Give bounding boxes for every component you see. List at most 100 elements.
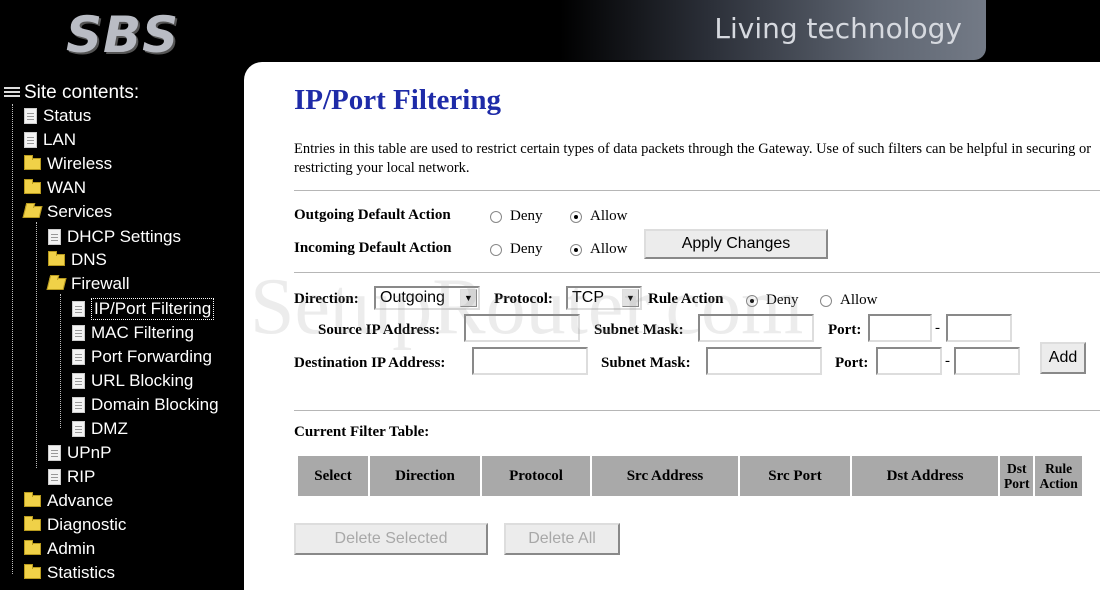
radio-label: Allow	[590, 241, 628, 257]
sidebar-item-label: Firewall	[71, 274, 130, 293]
col-src-address: Src Address	[592, 456, 738, 496]
source-port-start-input[interactable]	[868, 314, 932, 342]
col-select: Select	[298, 456, 368, 496]
sidebar-item-label: Advance	[47, 491, 114, 510]
outgoing-allow-radio[interactable]: Allow	[570, 208, 628, 225]
filter-table-header-row: Select Direction Protocol Src Address Sr…	[298, 456, 1082, 496]
sidebar-item-label: IP/Port Filtering	[91, 298, 215, 320]
radio-icon	[820, 294, 832, 307]
apply-changes-button[interactable]: Apply Changes	[644, 229, 828, 259]
delete-all-button[interactable]: Delete All	[504, 523, 620, 555]
folder-icon	[24, 492, 41, 507]
destination-port-end-input[interactable]	[954, 347, 1020, 375]
divider	[294, 272, 1100, 273]
col-rule-action-line2: Action	[1039, 476, 1078, 491]
page-icon	[72, 373, 85, 389]
destination-ip-input[interactable]	[472, 347, 588, 375]
divider	[294, 410, 1100, 411]
sidebar-item-dmz[interactable]: DMZ	[72, 418, 128, 440]
sidebar-item-services[interactable]: Services	[22, 201, 113, 223]
sidebar-item-wireless[interactable]: Wireless	[24, 153, 112, 175]
sidebar-item-url-blocking[interactable]: URL Blocking	[72, 370, 193, 392]
sidebar-item-label: Services	[47, 202, 113, 221]
direction-selected-value: Outgoing	[380, 289, 445, 306]
port-range-separator: -	[945, 353, 950, 369]
protocol-selected-value: TCP	[572, 289, 604, 306]
dropdown-arrow-icon: ▼	[622, 289, 639, 307]
sidebar-item-upnp[interactable]: UPnP	[48, 442, 111, 464]
source-port-label: Port:	[828, 322, 862, 338]
col-direction: Direction	[370, 456, 480, 496]
tree-line	[12, 104, 13, 574]
delete-selected-button[interactable]: Delete Selected	[294, 523, 488, 555]
direction-select[interactable]: Outgoing ▼	[374, 286, 480, 310]
sidebar-item-mac-filtering[interactable]: MAC Filtering	[72, 322, 194, 344]
radio-selected-icon	[746, 294, 758, 307]
col-src-port: Src Port	[740, 456, 850, 496]
sbs-logo: SBS	[66, 6, 180, 64]
sidebar-item-wan[interactable]: WAN	[24, 177, 86, 199]
sidebar-item-dns[interactable]: DNS	[48, 249, 107, 271]
protocol-label: Protocol:	[494, 291, 553, 307]
destination-port-label: Port:	[835, 355, 869, 371]
sidebar-item-port-forwarding[interactable]: Port Forwarding	[72, 346, 212, 368]
rule-allow-radio[interactable]: Allow	[820, 292, 878, 309]
rule-action-label: Rule Action	[648, 291, 724, 307]
sidebar-nav: Site contents: Status LAN Wireless WAN S…	[0, 62, 242, 590]
tree-root-icon	[4, 87, 20, 99]
sidebar-item-rip[interactable]: RIP	[48, 466, 95, 488]
radio-selected-icon	[570, 243, 582, 256]
sidebar-item-domain-blocking[interactable]: Domain Blocking	[72, 394, 219, 416]
sidebar-item-diagnostic[interactable]: Diagnostic	[24, 514, 126, 536]
radio-label: Deny	[510, 208, 543, 224]
page-description: Entries in this table are used to restri…	[294, 141, 1092, 176]
header: SBS Living technology	[0, 0, 1100, 64]
sidebar-item-label: UPnP	[67, 443, 112, 462]
radio-label: Allow	[840, 292, 878, 308]
radio-icon	[490, 210, 502, 223]
sidebar-item-statistics[interactable]: Statistics	[24, 562, 115, 584]
sidebar-item-label: Status	[43, 106, 92, 125]
sidebar-item-lan[interactable]: LAN	[24, 129, 76, 151]
radio-label: Deny	[510, 241, 543, 257]
page-icon	[72, 349, 85, 365]
sidebar-item-advance[interactable]: Advance	[24, 490, 113, 512]
sidebar-item-label: Admin	[47, 539, 96, 558]
col-rule-action: Rule Action	[1035, 456, 1082, 496]
port-range-separator: -	[935, 320, 940, 336]
rule-deny-radio[interactable]: Deny	[746, 292, 799, 309]
sidebar-item-admin[interactable]: Admin	[24, 538, 95, 560]
sidebar-item-label: MAC Filtering	[91, 323, 194, 342]
sidebar-item-label: WAN	[47, 178, 87, 197]
source-ip-input[interactable]	[464, 314, 580, 342]
page-icon	[72, 397, 85, 413]
source-subnet-label: Subnet Mask:	[594, 322, 684, 338]
destination-port-start-input[interactable]	[876, 347, 942, 375]
sidebar-item-ip-port-filtering[interactable]: IP/Port Filtering	[72, 298, 215, 320]
sidebar-item-firewall[interactable]: Firewall	[46, 273, 130, 295]
folder-open-icon	[46, 278, 67, 290]
outgoing-deny-radio[interactable]: Deny	[490, 208, 543, 225]
protocol-select[interactable]: TCP ▼	[566, 286, 642, 310]
source-port-end-input[interactable]	[946, 314, 1012, 342]
filter-table: Select Direction Protocol Src Address Sr…	[296, 454, 1084, 498]
outgoing-default-label: Outgoing Default Action	[294, 207, 451, 223]
incoming-allow-radio[interactable]: Allow	[570, 241, 628, 258]
incoming-deny-radio[interactable]: Deny	[490, 241, 543, 258]
add-rule-button[interactable]: Add	[1040, 342, 1086, 374]
destination-subnet-input[interactable]	[706, 347, 822, 375]
folder-icon	[24, 540, 41, 555]
page-icon	[72, 325, 85, 341]
page-icon	[24, 132, 37, 148]
radio-icon	[490, 243, 502, 256]
sidebar-item-dhcp-settings[interactable]: DHCP Settings	[48, 226, 181, 248]
sidebar-item-status[interactable]: Status	[24, 105, 91, 127]
radio-label: Deny	[766, 292, 799, 308]
sidebar-item-label: DHCP Settings	[67, 227, 182, 246]
sidebar-item-label: DNS	[71, 250, 107, 269]
source-subnet-input[interactable]	[698, 314, 814, 342]
divider	[294, 190, 1100, 191]
direction-label: Direction:	[294, 291, 359, 307]
source-ip-label: Source IP Address:	[318, 322, 440, 338]
sidebar-item-label: LAN	[43, 130, 77, 149]
